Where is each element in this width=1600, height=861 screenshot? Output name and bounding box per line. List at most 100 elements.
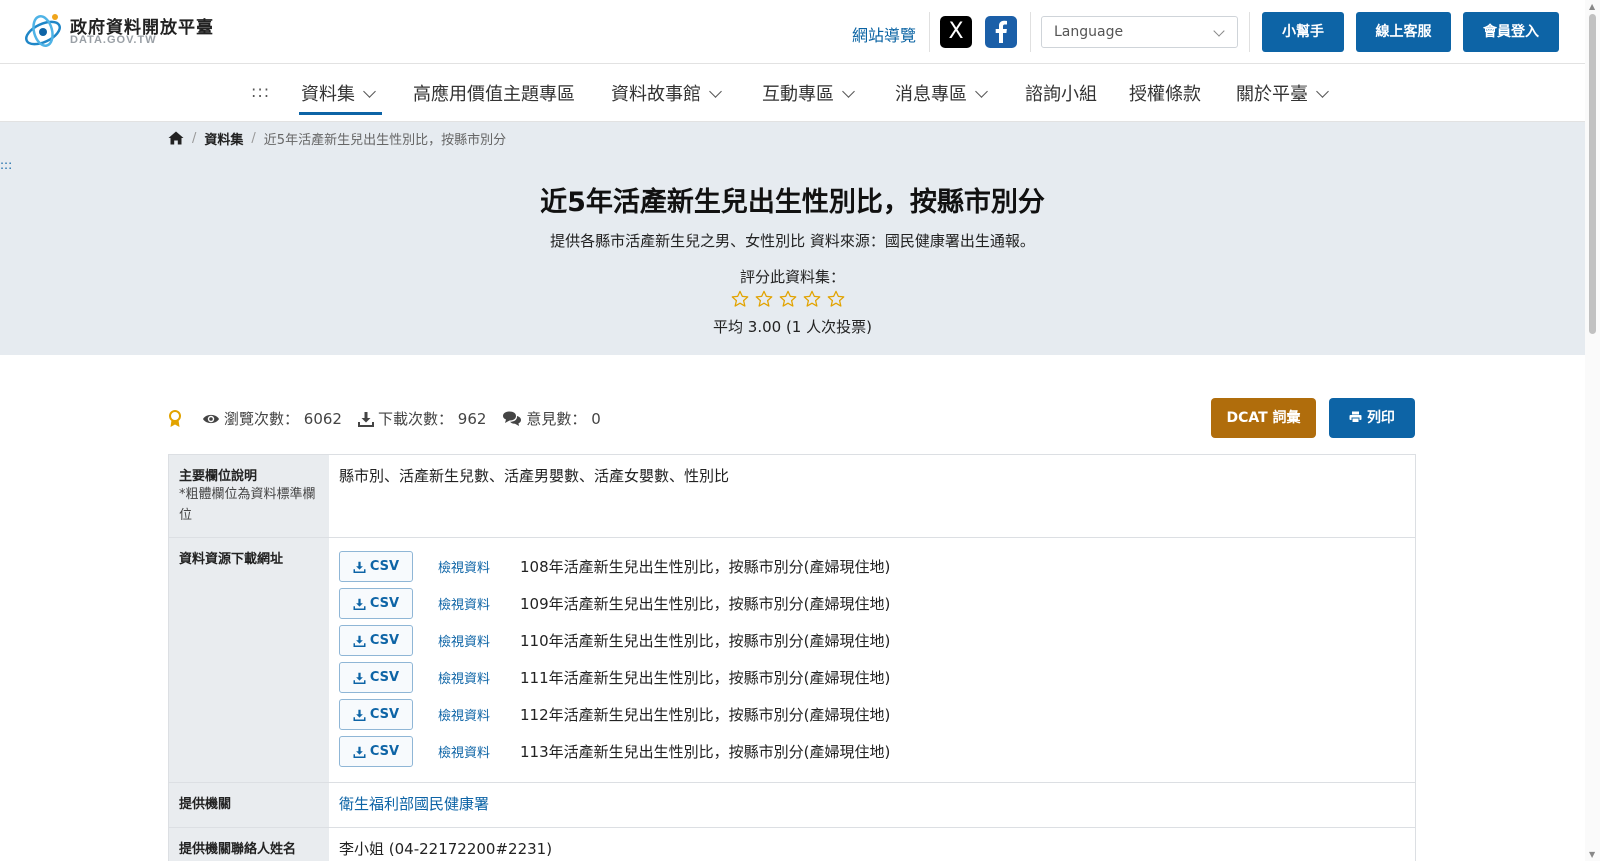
nav-item-advisory[interactable]: 諮詢小組 xyxy=(1025,80,1097,106)
table-row: 主要欄位說明 *粗體欄位為資料標準欄位 縣市別、活產新生兒數、活產男嬰數、活產女… xyxy=(169,455,1415,538)
rating-average: 平均 3.00 (1 人次投票) xyxy=(713,318,872,336)
nav-item-stories[interactable]: 資料故事館 xyxy=(611,80,722,106)
download-icon xyxy=(353,561,366,573)
member-login-button[interactable]: 會員登入 xyxy=(1463,12,1559,52)
page-title: 近5年活產新生兒出生性別比，按縣市別分 xyxy=(540,187,1045,218)
award-badge-icon xyxy=(169,409,181,427)
star-icon[interactable] xyxy=(827,290,845,308)
views-count: 6062 xyxy=(303,409,342,428)
csv-label: CSV xyxy=(369,559,400,574)
view-data-link[interactable]: 檢視資料 xyxy=(438,705,520,724)
nav-item-license[interactable]: 授權條款 xyxy=(1129,80,1201,106)
csv-download-button[interactable]: CSV xyxy=(339,736,413,767)
resource-name: 111年活產新生兒出生性別比，按縣市別分(產婦現住地) xyxy=(520,669,891,687)
fields-value: 縣市別、活產新生兒數、活產男嬰數、活產女嬰數、性別比 xyxy=(329,455,1415,537)
dataset-stats: 瀏覽次數： 6062 下載次數： 962 意見數： 0 xyxy=(168,408,617,429)
online-support-button[interactable]: 線上客服 xyxy=(1356,12,1451,52)
table-row: 提供機關聯絡人姓名 李小姐 (04-22172200#2231) xyxy=(169,828,1415,861)
logo-subtitle: DATA.GOV.TW xyxy=(70,34,157,46)
csv-download-button[interactable]: CSV xyxy=(339,551,413,582)
csv-label: CSV xyxy=(369,633,400,648)
rating-stars xyxy=(731,290,845,308)
nav-item-interactive[interactable]: 互動專區 xyxy=(762,80,855,106)
print-button-label: 列印 xyxy=(1366,410,1395,426)
view-data-link[interactable]: 檢視資料 xyxy=(438,594,520,613)
star-icon[interactable] xyxy=(731,290,749,308)
dcat-vocabulary-button[interactable]: DCAT 詞彙 xyxy=(1211,398,1316,438)
rating-label: 評分此資料集： xyxy=(739,268,845,286)
sitemap-link[interactable]: 網站導覽 xyxy=(852,22,916,46)
content-anchor[interactable]: ::: xyxy=(0,158,12,172)
downloads-label: 下載次數： xyxy=(377,410,453,428)
chevron-down-icon xyxy=(363,85,376,98)
star-icon[interactable] xyxy=(803,290,821,308)
chevron-down-icon xyxy=(1316,85,1329,98)
list-item: CSV 檢視資料 108年活產新生兒出生性別比，按縣市別分(產婦現住地) xyxy=(339,548,1405,585)
org-link[interactable]: 衛生福利部國民健康署 xyxy=(339,795,489,813)
resources-header: 資料資源下載網址 xyxy=(169,538,329,782)
language-select-value: Language xyxy=(1054,24,1124,40)
view-data-link[interactable]: 檢視資料 xyxy=(438,668,520,687)
scroll-up-arrow-icon[interactable]: ▲ xyxy=(1589,2,1595,11)
download-icon xyxy=(353,635,366,647)
list-item: CSV 檢視資料 112年活產新生兒出生性別比，按縣市別分(產婦現住地) xyxy=(339,696,1405,733)
header-divider xyxy=(929,12,930,52)
header-divider xyxy=(1030,12,1031,52)
header-divider xyxy=(1249,12,1250,52)
csv-label: CSV xyxy=(369,744,400,759)
breadcrumb-datasets-link[interactable]: 資料集 xyxy=(204,129,243,148)
view-data-link[interactable]: 檢視資料 xyxy=(438,631,520,650)
nav-item-news[interactable]: 消息專區 xyxy=(895,80,988,106)
view-data-link[interactable]: 檢視資料 xyxy=(438,557,520,576)
contact-value: 李小姐 (04-22172200#2231) xyxy=(329,828,1415,861)
facebook-icon[interactable] xyxy=(985,16,1017,48)
download-icon xyxy=(357,411,374,427)
download-icon xyxy=(353,746,366,758)
dataset-description: 提供各縣市活產新生兒之男、女性別比 資料來源：國民健康署出生通報。 xyxy=(550,232,1035,250)
helper-button[interactable]: 小幫手 xyxy=(1262,12,1344,52)
chevron-down-icon xyxy=(709,85,722,98)
nav-item-label: 關於平臺 xyxy=(1236,84,1308,105)
view-data-link[interactable]: 檢視資料 xyxy=(438,742,520,761)
list-item: CSV 檢視資料 110年活產新生兒出生性別比，按縣市別分(產婦現住地) xyxy=(339,622,1405,659)
star-icon[interactable] xyxy=(755,290,773,308)
list-item: CSV 檢視資料 109年活產新生兒出生性別比，按縣市別分(產婦現住地) xyxy=(339,585,1405,622)
csv-download-button[interactable]: CSV xyxy=(339,699,413,730)
csv-download-button[interactable]: CSV xyxy=(339,662,413,693)
nav-item-datasets[interactable]: 資料集 xyxy=(301,80,376,106)
home-icon[interactable] xyxy=(168,131,184,145)
breadcrumb: / 資料集 / 近5年活產新生兒出生性別比，按縣市別分 xyxy=(168,128,506,148)
comments-icon xyxy=(503,411,522,426)
download-icon xyxy=(353,672,366,684)
list-item: CSV 檢視資料 111年活產新生兒出生性別比，按縣市別分(產婦現住地) xyxy=(339,659,1405,696)
table-row: 資料資源下載網址 CSV 檢視資料 108年活產新生兒出生性別比，按縣市別分(產… xyxy=(169,538,1415,783)
scroll-down-arrow-icon[interactable]: ▼ xyxy=(1589,850,1595,859)
table-row: 提供機關 衛生福利部國民健康署 xyxy=(169,783,1415,828)
comments-label: 意見數： xyxy=(526,410,587,428)
list-item: CSV 檢視資料 113年活產新生兒出生性別比，按縣市別分(產婦現住地) xyxy=(339,733,1405,770)
resource-name: 108年活產新生兒出生性別比，按縣市別分(產婦現住地) xyxy=(520,558,891,576)
views-label: 瀏覽次數： xyxy=(224,410,300,428)
site-header: 政府資料開放平臺 DATA.GOV.TW 網站導覽 X Language 小幫手… xyxy=(0,0,1585,64)
x-social-icon[interactable]: X xyxy=(940,16,972,48)
scrollbar-thumb[interactable] xyxy=(1589,14,1596,334)
csv-download-button[interactable]: CSV xyxy=(339,625,413,656)
nav-item-label: 資料集 xyxy=(301,84,355,105)
chevron-down-icon xyxy=(842,85,855,98)
accesskey-anchor[interactable]: ::: xyxy=(251,82,270,101)
resource-name: 109年活產新生兒出生性別比，按縣市別分(產婦現住地) xyxy=(520,595,891,613)
nav-item-about[interactable]: 關於平臺 xyxy=(1236,80,1329,106)
site-logo[interactable]: 政府資料開放平臺 DATA.GOV.TW xyxy=(22,11,222,51)
nav-item-label: 授權條款 xyxy=(1129,84,1201,105)
print-button[interactable]: 列印 xyxy=(1329,398,1415,438)
page-scrollbar[interactable]: ▲ ▼ xyxy=(1585,0,1600,861)
language-select[interactable]: Language xyxy=(1041,16,1238,48)
breadcrumb-separator: / xyxy=(251,130,256,146)
facebook-glyph-icon xyxy=(995,20,1007,43)
nav-active-indicator xyxy=(299,112,382,115)
star-icon[interactable] xyxy=(779,290,797,308)
nav-item-high-value[interactable]: 高應用價值主題專區 xyxy=(413,80,575,106)
resource-name: 112年活產新生兒出生性別比，按縣市別分(產婦現住地) xyxy=(520,706,891,724)
eye-icon xyxy=(203,414,219,423)
csv-download-button[interactable]: CSV xyxy=(339,588,413,619)
